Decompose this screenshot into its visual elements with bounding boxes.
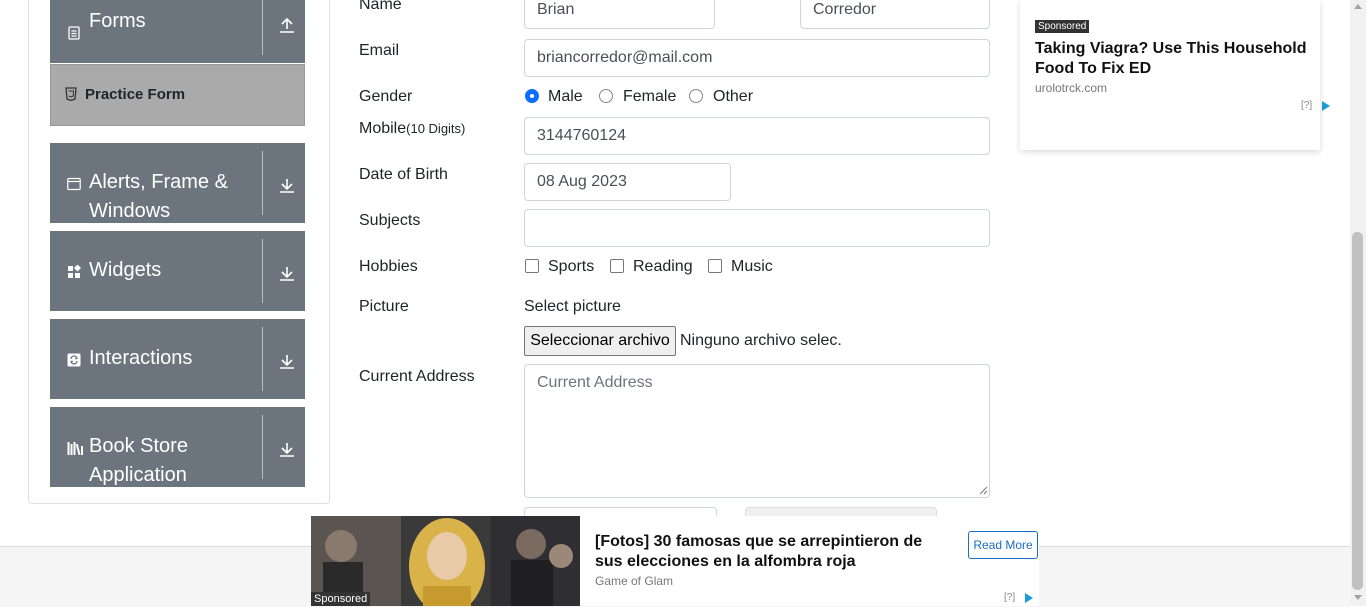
picture-hint: Select picture xyxy=(524,298,621,315)
hobby-label[interactable]: Reading xyxy=(633,258,693,276)
scrollbar-thumb[interactable] xyxy=(1352,232,1363,590)
sponsored-tag: Sponsored xyxy=(1035,20,1090,33)
sidebar-group-book-store[interactable]: Book Store Application xyxy=(50,407,305,487)
books-icon xyxy=(67,442,83,455)
sidebar-group-widgets[interactable]: Widgets xyxy=(50,231,305,311)
download-arrow-icon[interactable] xyxy=(278,352,296,370)
sidebar-group-label: Forms xyxy=(89,10,146,32)
download-arrow-icon[interactable] xyxy=(278,264,296,282)
dob-label: Date of Birth xyxy=(359,166,448,183)
subjects-label: Subjects xyxy=(359,212,421,229)
gender-option-label[interactable]: Female xyxy=(623,88,676,106)
sidebar-group-label: Book Store Application xyxy=(89,435,188,486)
divider xyxy=(262,415,263,479)
window-icon xyxy=(67,177,81,191)
choose-file-button[interactable]: Seleccionar archivo xyxy=(524,326,676,356)
ad-info-icon[interactable]: [?] xyxy=(1004,592,1015,603)
dob-input[interactable]: 08 Aug 2023 xyxy=(524,163,731,201)
upload-arrow-icon[interactable] xyxy=(278,16,296,34)
ad-title[interactable]: Taking Viagra? Use This Household Food T… xyxy=(1035,39,1320,79)
divider xyxy=(262,327,263,391)
sidebar-group-label: Widgets xyxy=(89,259,162,281)
read-more-button[interactable]: Read More xyxy=(968,531,1038,559)
divider xyxy=(262,151,263,215)
sidebar-group-forms[interactable]: Forms xyxy=(50,0,305,63)
ad-source[interactable]: Game of Glam xyxy=(595,574,673,588)
file-status: Ninguno archivo selec. xyxy=(680,332,842,349)
last-name-input[interactable]: Corredor xyxy=(800,0,990,29)
gender-option-label[interactable]: Other xyxy=(713,88,753,106)
sidebar-item-label: Practice Form xyxy=(85,86,186,103)
sidebar-group-alerts-frame-windows[interactable]: Alerts, Frame & Windows xyxy=(50,143,305,223)
sponsored-ad-top[interactable]: Sponsored Taking Viagra? Use This Househ… xyxy=(1020,0,1330,150)
adchoices-icon[interactable] xyxy=(1025,593,1033,603)
sidebar-item-practice-form[interactable]: Practice Form xyxy=(50,64,305,126)
gender-radio-female[interactable] xyxy=(599,89,613,103)
ad-info-icon[interactable]: [?] xyxy=(1301,100,1312,111)
sidebar-group-interactions[interactable]: Interactions xyxy=(50,319,305,399)
scroll-down-arrow-icon[interactable] xyxy=(1353,594,1363,602)
mobile-label-text: Mobile xyxy=(359,120,407,137)
name-label: Name xyxy=(359,0,402,13)
hobby-checkbox-sports[interactable] xyxy=(525,259,539,273)
sponsored-tag: Sponsored xyxy=(311,592,371,606)
gender-radio-other[interactable] xyxy=(689,89,703,103)
picture-label: Picture xyxy=(359,298,409,315)
html5-icon xyxy=(65,87,77,101)
mobile-hint: (10 Digits) xyxy=(406,121,466,136)
gender-radio-male[interactable] xyxy=(525,89,539,103)
adchoices-icon[interactable] xyxy=(1322,101,1330,111)
ad-photo[interactable]: Sponsored xyxy=(311,516,580,606)
widgets-icon xyxy=(68,265,81,278)
divider xyxy=(262,0,263,55)
current-address-textarea[interactable]: Current Address xyxy=(524,364,990,498)
scroll-up-arrow-icon[interactable] xyxy=(1353,2,1363,10)
email-label: Email xyxy=(359,42,400,59)
interactions-icon xyxy=(67,353,81,367)
email-field[interactable]: briancorredor@mail.com xyxy=(524,39,990,77)
sponsored-ad-bottom[interactable]: Sponsored [Fotos] 30 famosas que se arre… xyxy=(311,516,1039,606)
ad-title[interactable]: [Fotos] 30 famosas que se arrepintieron … xyxy=(595,532,945,572)
gender-label: Gender xyxy=(359,88,413,105)
hobby-checkbox-reading[interactable] xyxy=(610,259,624,273)
current-address-label: Current Address xyxy=(359,368,475,385)
subjects-input[interactable] xyxy=(524,209,990,247)
hobbies-label: Hobbies xyxy=(359,258,418,275)
sidebar-group-label: Interactions xyxy=(89,347,193,369)
ad-source[interactable]: urolotrck.com xyxy=(1035,81,1107,95)
hobby-label[interactable]: Music xyxy=(731,258,773,276)
download-arrow-icon[interactable] xyxy=(278,176,296,194)
sidebar-group-label: Alerts, Frame & Windows xyxy=(89,171,228,222)
first-name-input[interactable]: Brian xyxy=(524,0,715,29)
hobby-checkbox-music[interactable] xyxy=(708,259,722,273)
mobile-field[interactable]: 3144760124 xyxy=(524,117,990,155)
mobile-label: Mobile(10 Digits) xyxy=(359,120,465,138)
download-arrow-icon[interactable] xyxy=(278,440,296,458)
resize-grip-icon[interactable] xyxy=(979,486,988,495)
gender-option-label[interactable]: Male xyxy=(548,88,583,106)
hobby-label[interactable]: Sports xyxy=(548,258,594,276)
divider xyxy=(262,239,263,303)
document-icon xyxy=(68,26,80,40)
